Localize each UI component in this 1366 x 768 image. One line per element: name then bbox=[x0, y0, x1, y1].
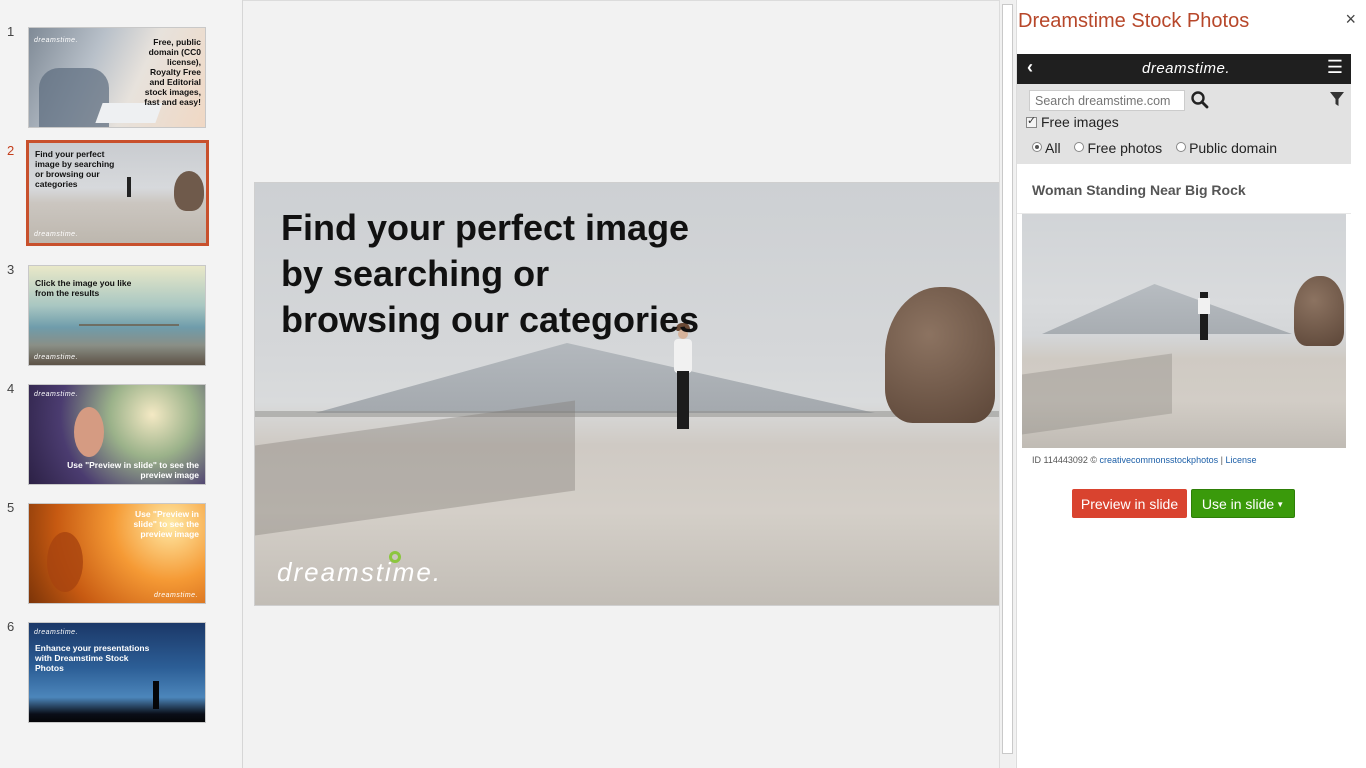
crack-shadow bbox=[255, 400, 575, 536]
radio-button[interactable] bbox=[1176, 142, 1187, 152]
slide-thumbnail-3[interactable]: 3 Click the image you like from the resu… bbox=[0, 262, 243, 368]
person-silhouette bbox=[153, 681, 159, 709]
preview-button-label: Preview in slide bbox=[1080, 495, 1179, 512]
slide-thumbnail-4[interactable]: 4 dreamstime. Use "Preview in slide" to … bbox=[0, 381, 243, 487]
rock-shape bbox=[174, 171, 204, 211]
slide-number: 3 bbox=[7, 262, 15, 277]
slide-thumbnail-6[interactable]: 6 dreamstime. Enhance your presentations… bbox=[0, 619, 243, 725]
use-button-label: Use in slide bbox=[1201, 495, 1275, 512]
slide-thumbnail-image[interactable]: dreamstime. Enhance your presentations w… bbox=[28, 622, 206, 723]
preview-in-slide-button[interactable]: Preview in slide bbox=[1072, 489, 1187, 518]
woman-top bbox=[1198, 298, 1210, 314]
dreamstime-logo: dreamstime. bbox=[34, 231, 79, 238]
slide-title[interactable]: Find your perfect image by searching or … bbox=[281, 205, 701, 343]
radio-free-photos[interactable]: Free photos bbox=[1074, 140, 1162, 156]
dreamstime-logo: dreamstime. bbox=[34, 37, 79, 44]
result-image[interactable] bbox=[1022, 214, 1346, 448]
result-title-bar: Woman Standing Near Big Rock bbox=[1017, 164, 1351, 214]
search-input[interactable] bbox=[1029, 90, 1185, 111]
dreamstime-logo-mark bbox=[389, 551, 401, 563]
slide-number: 1 bbox=[7, 24, 15, 39]
canvas-top-divider bbox=[243, 0, 1000, 1]
dropdown-caret-icon: ▼ bbox=[1276, 499, 1285, 509]
free-images-checkbox-row[interactable]: Free images bbox=[1026, 114, 1119, 130]
slide-thumbnail-image[interactable]: Click the image you like from the result… bbox=[28, 265, 206, 366]
back-arrow-icon[interactable]: ‹ bbox=[1027, 57, 1033, 78]
big-rock-shape bbox=[885, 287, 995, 423]
slide-thumbnail-image[interactable]: dreamstime. Use "Preview in slide" to se… bbox=[28, 384, 206, 485]
use-in-slide-button[interactable]: Use in slide ▼ bbox=[1191, 489, 1295, 518]
thumbnail-caption: Find your perfect image by searching or … bbox=[35, 149, 115, 189]
slide-number: 4 bbox=[7, 381, 15, 396]
radio-all[interactable]: All bbox=[1032, 140, 1061, 156]
pane-title: Dreamstime Stock Photos bbox=[1018, 10, 1250, 32]
slide-thumbnail-image[interactable]: Use "Preview in slide" to see the previe… bbox=[28, 503, 206, 604]
license-radio-group: All Free photos Public domain bbox=[1032, 140, 1287, 156]
slide-thumbnail-1[interactable]: 1 dreamstime. Free, public domain (CC0 l… bbox=[0, 24, 243, 130]
woman-figure bbox=[127, 177, 131, 197]
close-icon[interactable]: × bbox=[1345, 9, 1356, 30]
slide-thumbnail-2[interactable]: 2 Find your perfect image by searching o… bbox=[0, 140, 243, 249]
rock-shape bbox=[1294, 276, 1344, 346]
distant-hill-shape bbox=[1042, 284, 1292, 334]
thumbnail-caption: Click the image you like from the result… bbox=[35, 278, 132, 298]
separator: | bbox=[1220, 455, 1223, 465]
result-attribution: ID 114443092 © creativecommonsstockphoto… bbox=[1032, 455, 1257, 465]
license-link[interactable]: License bbox=[1225, 455, 1256, 465]
vertical-scrollbar[interactable] bbox=[999, 0, 1015, 768]
radio-button[interactable] bbox=[1074, 142, 1085, 152]
dreamstime-logo: dreamstime. bbox=[34, 391, 79, 398]
dreamstime-logo: dreamstime. bbox=[277, 557, 443, 587]
dreamstime-task-pane: Dreamstime Stock Photos × ‹ dreamstime. … bbox=[1016, 0, 1366, 768]
slide-number: 2 bbox=[7, 143, 15, 158]
slide-number: 5 bbox=[7, 500, 15, 515]
scrollbar-thumb[interactable] bbox=[1002, 4, 1013, 754]
free-images-label: Free images bbox=[1041, 114, 1119, 130]
woman-face-shape bbox=[74, 407, 104, 457]
filter-funnel-icon[interactable] bbox=[1329, 91, 1345, 107]
thumbnail-caption: Use "Preview in slide" to see the previe… bbox=[133, 509, 199, 539]
slide-thumbnail-image[interactable]: dreamstime. Free, public domain (CC0 lic… bbox=[28, 27, 206, 128]
woman-silhouette bbox=[47, 532, 83, 592]
search-filter-area: Free images All Free photos Public domai… bbox=[1017, 84, 1351, 164]
result-id: ID 114443092 © bbox=[1032, 455, 1098, 465]
pier-shape bbox=[79, 324, 179, 326]
horizon-line bbox=[255, 411, 999, 417]
thumbnail-caption: Enhance your presentations with Dreamsti… bbox=[35, 643, 150, 673]
radio-label: Public domain bbox=[1189, 140, 1277, 156]
search-icon[interactable] bbox=[1190, 90, 1210, 110]
dreamstime-logo: dreamstime. bbox=[154, 592, 199, 599]
slide-number: 6 bbox=[7, 619, 15, 634]
crack-shadow bbox=[1022, 353, 1172, 435]
current-slide[interactable]: Find your perfect image by searching or … bbox=[254, 182, 1000, 606]
free-images-checkbox[interactable] bbox=[1026, 114, 1037, 128]
radio-label: All bbox=[1045, 140, 1061, 156]
dreamstime-header-bar: ‹ dreamstime. ☰ bbox=[1017, 54, 1351, 84]
dreamstime-logo: dreamstime. bbox=[1142, 60, 1231, 77]
radio-label: Free photos bbox=[1087, 140, 1163, 156]
dreamstime-logo: dreamstime. bbox=[34, 629, 79, 636]
radio-button-selected[interactable] bbox=[1032, 142, 1042, 152]
radio-public-domain[interactable]: Public domain bbox=[1176, 140, 1277, 156]
hamburger-menu-icon[interactable]: ☰ bbox=[1327, 57, 1343, 78]
slide-thumbnail-5[interactable]: 5 Use "Preview in slide" to see the prev… bbox=[0, 500, 243, 606]
slide-thumbnail-image-selected[interactable]: Find your perfect image by searching or … bbox=[26, 140, 209, 246]
slide-thumbnail-pane: 1 dreamstime. Free, public domain (CC0 l… bbox=[0, 0, 243, 768]
distant-hill-shape bbox=[315, 343, 875, 413]
result-title: Woman Standing Near Big Rock bbox=[1032, 182, 1246, 198]
dreamstime-logo: dreamstime. bbox=[34, 354, 79, 361]
author-link[interactable]: creativecommonsstockphotos bbox=[1100, 455, 1219, 465]
thumbnail-caption: Free, public domain (CC0 license), Royal… bbox=[144, 37, 201, 107]
thumbnail-caption: Use "Preview in slide" to see the previe… bbox=[67, 460, 199, 480]
